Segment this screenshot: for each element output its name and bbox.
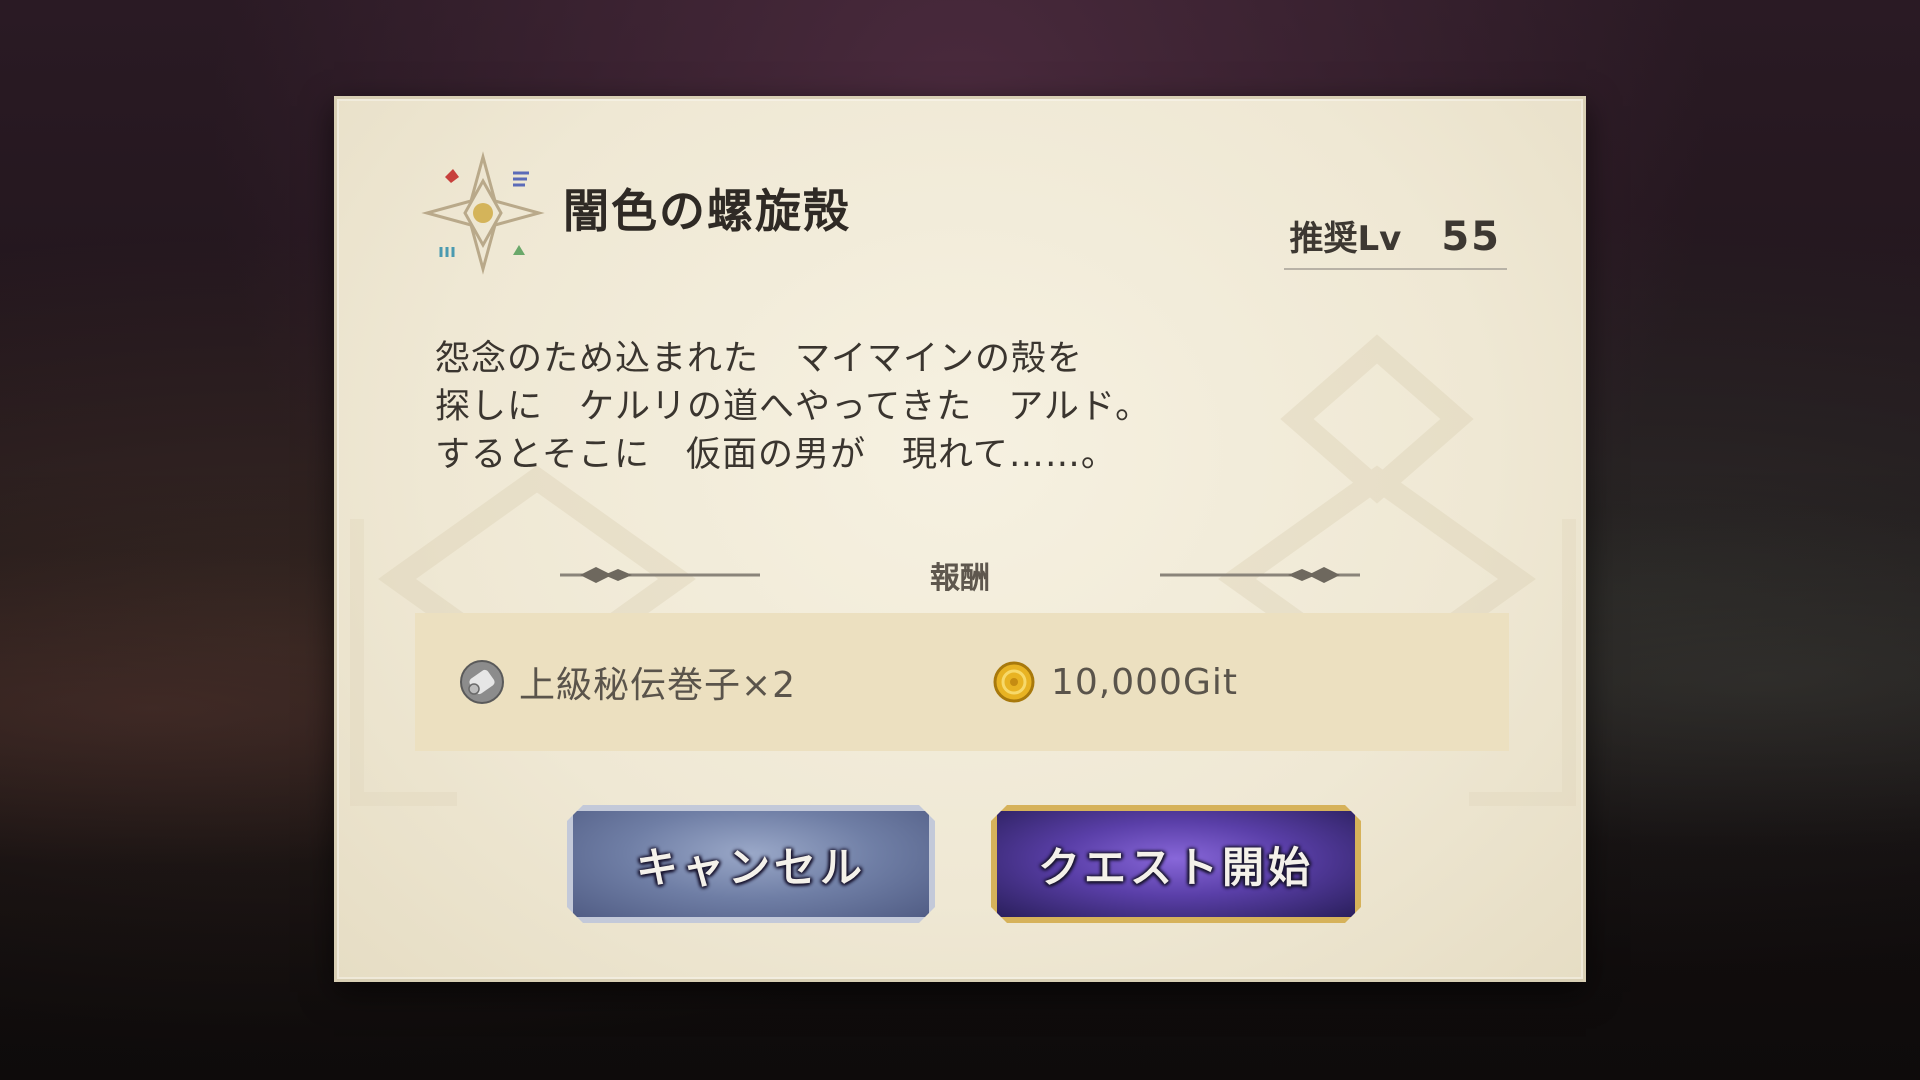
quest-title: 闇色の螺旋殻 bbox=[563, 184, 851, 238]
description-line: 怨念のため込まれた マイマインの殻を bbox=[435, 339, 1084, 379]
git-coin-icon bbox=[993, 661, 1035, 703]
reward-item: 10,000Git bbox=[991, 659, 1238, 705]
recommended-level-label: 推奨Lv bbox=[1289, 219, 1402, 259]
description-line: 探しに ケルリの道へやってきた アルド。 bbox=[435, 387, 1152, 427]
scroll-icon bbox=[460, 660, 504, 704]
recommended-level: 推奨Lv 55 bbox=[1283, 211, 1507, 270]
start-quest-button[interactable]: クエスト開始 bbox=[991, 805, 1361, 923]
recommended-level-value: 55 bbox=[1441, 214, 1501, 260]
quest-dialog: 闇色の螺旋殻 推奨Lv 55 怨念のため込まれた マイマインの殻を 探しに ケル… bbox=[334, 96, 1586, 982]
reward-title: 報酬 bbox=[930, 561, 990, 596]
reward-box: 上級秘伝巻子×2 10,000Git bbox=[415, 613, 1509, 751]
left-ornament-divider bbox=[560, 567, 760, 583]
quest-description: 怨念のため込まれた マイマインの殻を 探しに ケルリの道へやってきた アルド。 … bbox=[435, 335, 1151, 479]
reward-header: 報酬 bbox=[337, 553, 1583, 597]
quest-emblem-icon bbox=[421, 151, 545, 275]
reward-item-label: 10,000Git bbox=[1051, 661, 1238, 703]
description-line: するとそこに 仮面の男が 現れて……。 bbox=[435, 435, 1117, 475]
cancel-button[interactable]: キャンセル bbox=[567, 805, 935, 923]
reward-item-label: 上級秘伝巻子×2 bbox=[519, 665, 797, 706]
reward-item: 上級秘伝巻子×2 bbox=[459, 656, 796, 708]
right-ornament-divider bbox=[1160, 567, 1360, 583]
